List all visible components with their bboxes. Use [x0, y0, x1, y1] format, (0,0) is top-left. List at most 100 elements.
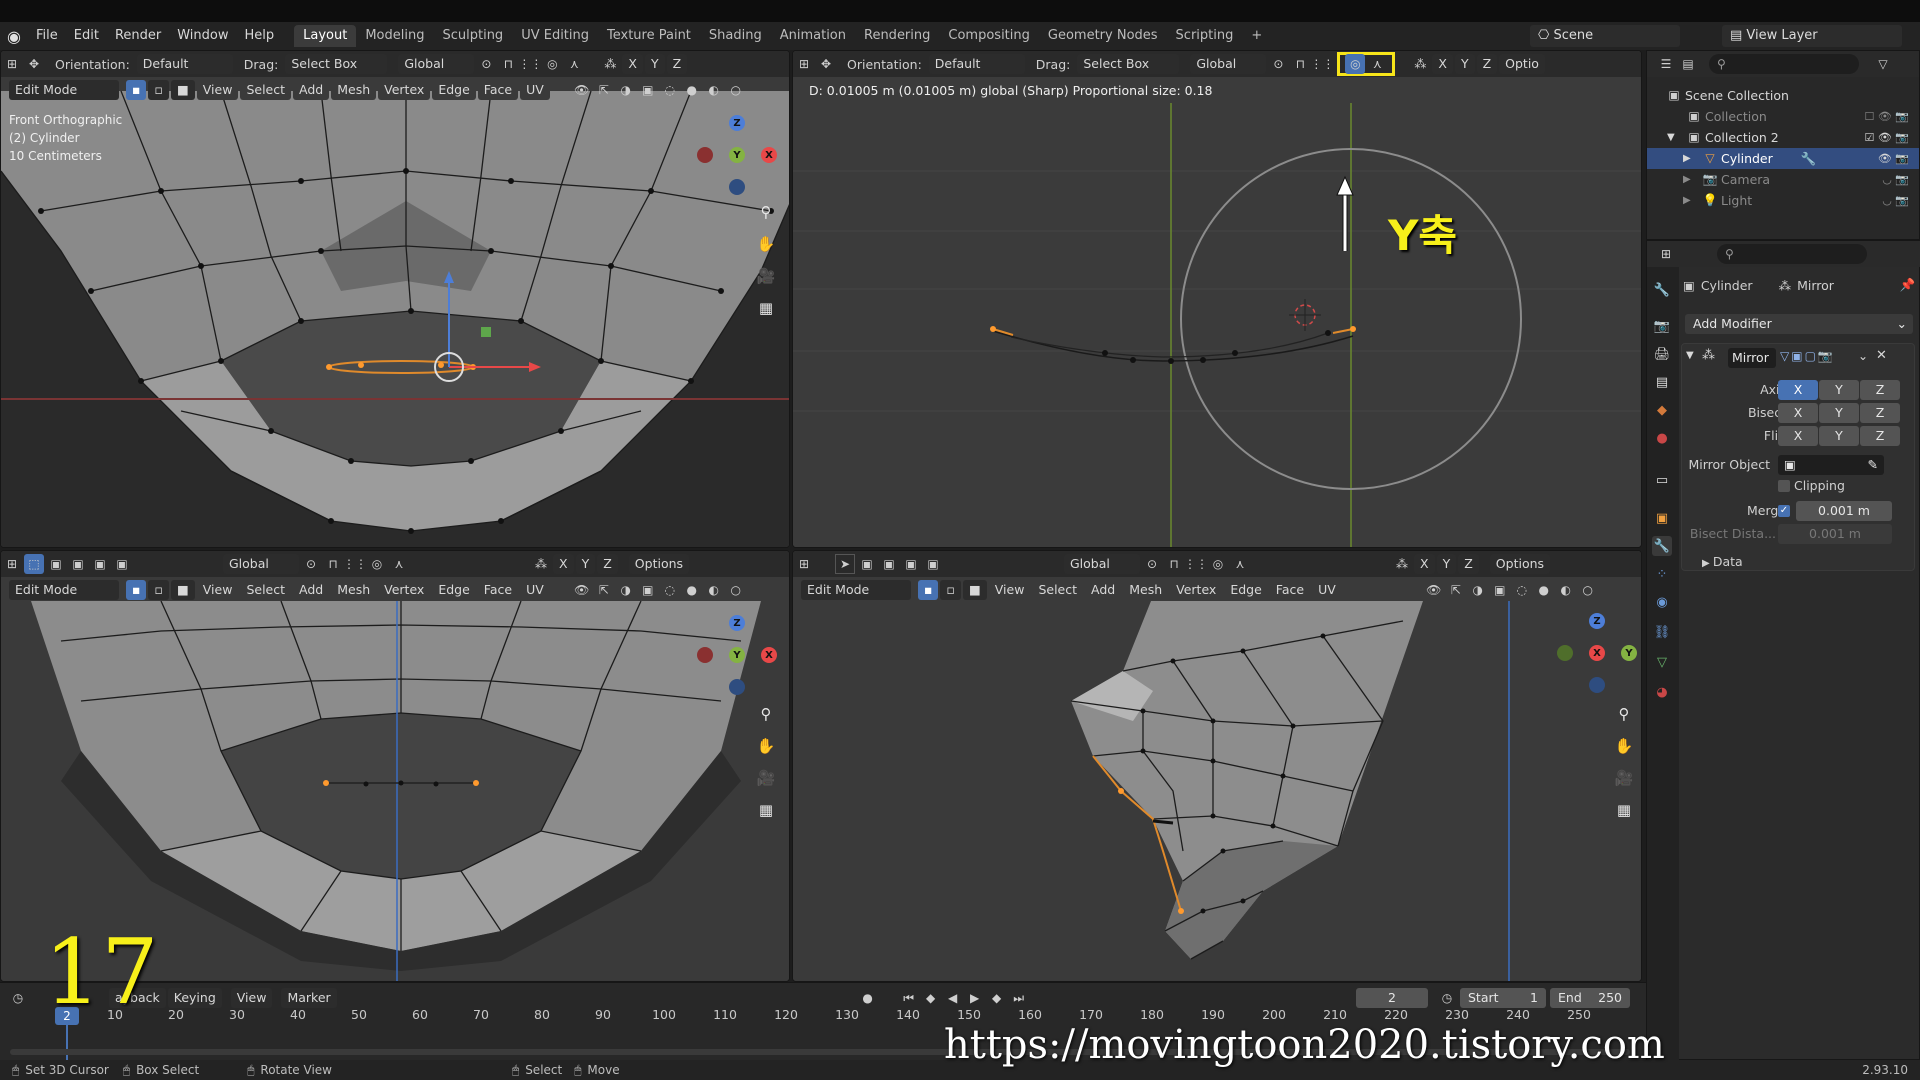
rendered-shading-icon[interactable]: ○: [726, 580, 746, 600]
gizmo-z-axis[interactable]: Z: [729, 615, 745, 631]
select-mode-subtract-icon[interactable]: ▣: [901, 554, 921, 574]
proportional-edit-icon[interactable]: ◎: [1208, 554, 1228, 574]
visibility-toggles[interactable]: ◡ 📷: [1882, 190, 1909, 211]
pan-hand-icon[interactable]: ✋: [1611, 733, 1637, 759]
workspace-tab-animation[interactable]: Animation: [771, 25, 855, 47]
transform-space-dropdown[interactable]: Global: [1190, 54, 1267, 74]
edge-select-icon[interactable]: ▫: [148, 580, 169, 600]
overlay-toggle-icon[interactable]: ◑: [616, 80, 636, 100]
options-dropdown[interactable]: Options: [1489, 554, 1551, 574]
workspace-tab-compositing[interactable]: Compositing: [939, 25, 1039, 47]
snap-target-icon[interactable]: ⋮⋮: [343, 554, 367, 574]
wireframe-shading-icon[interactable]: ◌: [660, 580, 680, 600]
proportional-edit-icon[interactable]: ◎: [367, 554, 387, 574]
menu-face[interactable]: Face: [477, 80, 519, 100]
orientation-dropdown[interactable]: Default: [136, 54, 233, 74]
editor-type-icon[interactable]: ⊞: [794, 554, 814, 574]
expand-arrow-icon[interactable]: ▶: [1683, 169, 1699, 190]
menu-mesh[interactable]: Mesh: [1123, 580, 1169, 600]
viewport-top-ortho[interactable]: ⊞ ✥ Orientation: Default Drag: Select Bo…: [792, 50, 1642, 548]
xray-icon[interactable]: ▣: [1490, 580, 1510, 600]
pan-hand-icon[interactable]: ✋: [753, 733, 779, 759]
bisect-x-toggle[interactable]: X: [1778, 403, 1818, 423]
bisect-y-toggle[interactable]: Y: [1819, 403, 1859, 423]
visibility-icon[interactable]: 👁: [1424, 580, 1444, 600]
outliner-row-camera[interactable]: ▶ 📷 Camera ◡ 📷: [1647, 169, 1919, 190]
gizmo-toggle-icon[interactable]: ⇱: [594, 80, 614, 100]
gizmo-neg-x-axis[interactable]: [697, 647, 713, 663]
menu-add[interactable]: Add: [293, 80, 330, 100]
face-select-icon[interactable]: ■: [962, 580, 987, 600]
transform-tool-icon[interactable]: ✥: [816, 54, 836, 74]
menu-mesh[interactable]: Mesh: [331, 80, 377, 100]
mirror-options-icon[interactable]: ⁂: [1410, 54, 1430, 74]
workspace-tab-layout[interactable]: Layout: [294, 25, 357, 47]
gizmo-y-axis[interactable]: Y: [1621, 645, 1637, 661]
mode-dropdown[interactable]: Edit Mode: [9, 580, 119, 600]
face-select-icon[interactable]: ■: [170, 80, 195, 100]
wireframe-shading-icon[interactable]: ◌: [660, 80, 680, 100]
outliner-row-light[interactable]: ▶ 💡 Light ◡ 📷: [1647, 190, 1919, 211]
select-mode-new-icon[interactable]: ▣: [857, 554, 877, 574]
axis-x-toggle[interactable]: X: [622, 54, 643, 74]
select-mode-subtract-icon[interactable]: ▣: [90, 554, 110, 574]
view-layer-tab-icon[interactable]: ▤: [1652, 372, 1672, 392]
workspace-tab-modeling[interactable]: Modeling: [356, 25, 433, 47]
menu-select[interactable]: Select: [240, 580, 292, 600]
axis-x-toggle[interactable]: X: [1414, 554, 1435, 574]
camera-view-icon[interactable]: 🎥: [753, 765, 779, 791]
mirror-object-field[interactable]: ▣ ✎: [1778, 455, 1884, 475]
axis-y-toggle[interactable]: Y: [1454, 54, 1475, 74]
workspace-tab-rendering[interactable]: Rendering: [855, 25, 939, 47]
expand-arrow-icon[interactable]: ▶: [1683, 148, 1699, 169]
workspace-tab-texture-paint[interactable]: Texture Paint: [598, 25, 700, 47]
scene-selector[interactable]: ⎔ Scene: [1530, 25, 1680, 47]
edge-select-icon[interactable]: ▫: [940, 580, 961, 600]
tool-tab-icon[interactable]: 🔧: [1652, 280, 1672, 300]
proportional-edit-icon[interactable]: ◎: [542, 54, 562, 74]
menu-view[interactable]: View: [196, 580, 239, 600]
camera-view-icon[interactable]: 🎥: [1611, 765, 1637, 791]
object-tab-icon[interactable]: ▣: [1652, 508, 1672, 528]
transform-tool-icon[interactable]: ✥: [24, 54, 44, 74]
gizmo-z-axis[interactable]: Z: [1589, 613, 1605, 629]
snap-icon[interactable]: ⊓: [498, 54, 518, 74]
outliner-row-collection-2[interactable]: ▼ ▣ Collection 2 ☑ 👁 📷: [1647, 127, 1919, 148]
output-tab-icon[interactable]: 🖨: [1652, 344, 1672, 364]
workspace-tab-shading[interactable]: Shading: [700, 25, 771, 47]
expand-arrow-icon[interactable]: ▼: [1667, 127, 1683, 148]
overlay-toggle-icon[interactable]: ◑: [1468, 580, 1488, 600]
camera-view-icon[interactable]: 🎥: [753, 263, 779, 289]
menu-help[interactable]: Help: [237, 22, 283, 50]
vertex-select-icon[interactable]: ▪: [126, 580, 147, 600]
material-shading-icon[interactable]: ◐: [1556, 580, 1576, 600]
viewport-front-ortho[interactable]: ⊞ ✥ Orientation: Default Drag: Select Bo…: [0, 50, 790, 548]
axis-y-toggle[interactable]: Y: [1819, 380, 1859, 400]
zoom-icon[interactable]: ⚲: [753, 199, 779, 225]
menu-select[interactable]: Select: [1032, 580, 1084, 600]
pivot-icon[interactable]: ⊙: [476, 54, 496, 74]
select-mode-invert-icon[interactable]: ▣: [112, 554, 132, 574]
visibility-toggles[interactable]: 👁 📷: [1878, 148, 1909, 169]
add-workspace-button[interactable]: +: [1242, 25, 1271, 47]
menu-file[interactable]: File: [28, 22, 66, 50]
edge-select-icon[interactable]: ▫: [148, 80, 169, 100]
bisect-z-toggle[interactable]: Z: [1860, 403, 1900, 423]
editor-type-icon[interactable]: ⊞: [794, 54, 814, 74]
bisect-distance-field[interactable]: 0.001 m: [1778, 524, 1892, 544]
ortho-grid-icon[interactable]: ▦: [753, 797, 779, 823]
gizmo-x-axis[interactable]: X: [1589, 645, 1605, 661]
constraints-tab-icon[interactable]: ⛓: [1652, 622, 1672, 642]
collection-tab-icon[interactable]: ▭: [1652, 470, 1672, 490]
drag-dropdown[interactable]: Select Box: [1077, 54, 1180, 74]
close-icon[interactable]: ✕: [1876, 348, 1887, 363]
menu-vertex[interactable]: Vertex: [1170, 580, 1223, 600]
chevron-down-icon[interactable]: ⌄: [1858, 349, 1868, 363]
axis-y-toggle[interactable]: Y: [1436, 554, 1457, 574]
menu-edit[interactable]: Edit: [66, 22, 107, 50]
menu-render[interactable]: Render: [107, 22, 169, 50]
outliner-row-scene-collection[interactable]: ▣ Scene Collection: [1647, 85, 1919, 106]
menu-view[interactable]: View: [988, 580, 1031, 600]
data-tab-icon[interactable]: ▽: [1652, 652, 1672, 672]
gizmo-y-axis[interactable]: Y: [729, 147, 745, 163]
